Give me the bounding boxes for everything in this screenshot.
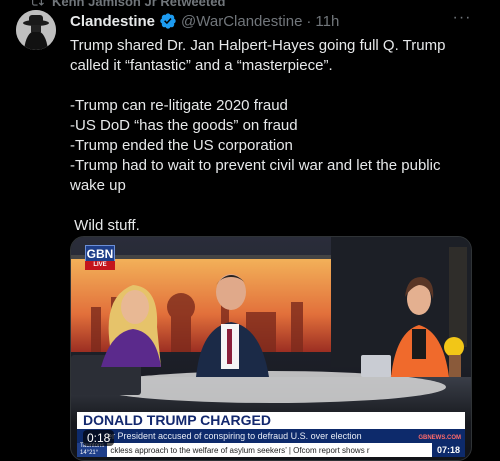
ticker-clock: 07:18 (431, 443, 465, 457)
tweet-text: Trump shared Dr. Jan Halpert-Hayes going… (70, 36, 470, 236)
news-headline: DONALD TRUMP CHARGED (77, 412, 465, 429)
author-name[interactable]: Clandestine (70, 13, 155, 30)
ticker-tag-line-2: 14°21° (80, 450, 99, 456)
news-subline: er President accused of conspiring to de… (77, 429, 465, 443)
live-badge: LIVE (85, 261, 115, 270)
author-handle[interactable]: @WarClandestine (181, 13, 302, 30)
tweet-header: Clandestine @WarClandestine · 11h (70, 12, 339, 30)
tweet-paragraph: Trump shared Dr. Jan Halpert-Hayes going… (70, 37, 450, 74)
news-ticker: Tauntons 14°21° ckless approach to the w… (77, 443, 465, 457)
retweet-icon (32, 0, 44, 6)
tweet-paragraph: -Trump can re-litigate 2020 fraud -US Do… (70, 97, 441, 194)
retweet-indicator[interactable]: Kenn Jamison Jr Retweeted (30, 0, 226, 9)
ticker-text: ckless approach to the welfare of asylum… (110, 445, 370, 455)
avatar-image (16, 10, 56, 50)
more-icon[interactable]: ··· (452, 8, 472, 28)
video-elapsed-time: 0:18 (83, 430, 115, 446)
avatar[interactable] (16, 10, 56, 50)
retweet-label: Kenn Jamison Jr Retweeted (52, 0, 226, 9)
news-lower-third: DONALD TRUMP CHARGED er President accuse… (77, 412, 465, 443)
separator-dot: · (306, 12, 312, 30)
timestamp[interactable]: 11h (315, 13, 339, 30)
news-subline-text: er President accused of conspiring to de… (107, 431, 362, 441)
video-player[interactable]: GBN LIVE DONALD TRUMP CHARGED er Preside… (70, 236, 472, 461)
tweet-paragraph: Wild stuff. (70, 217, 140, 234)
verified-badge-icon[interactable] (159, 12, 177, 30)
